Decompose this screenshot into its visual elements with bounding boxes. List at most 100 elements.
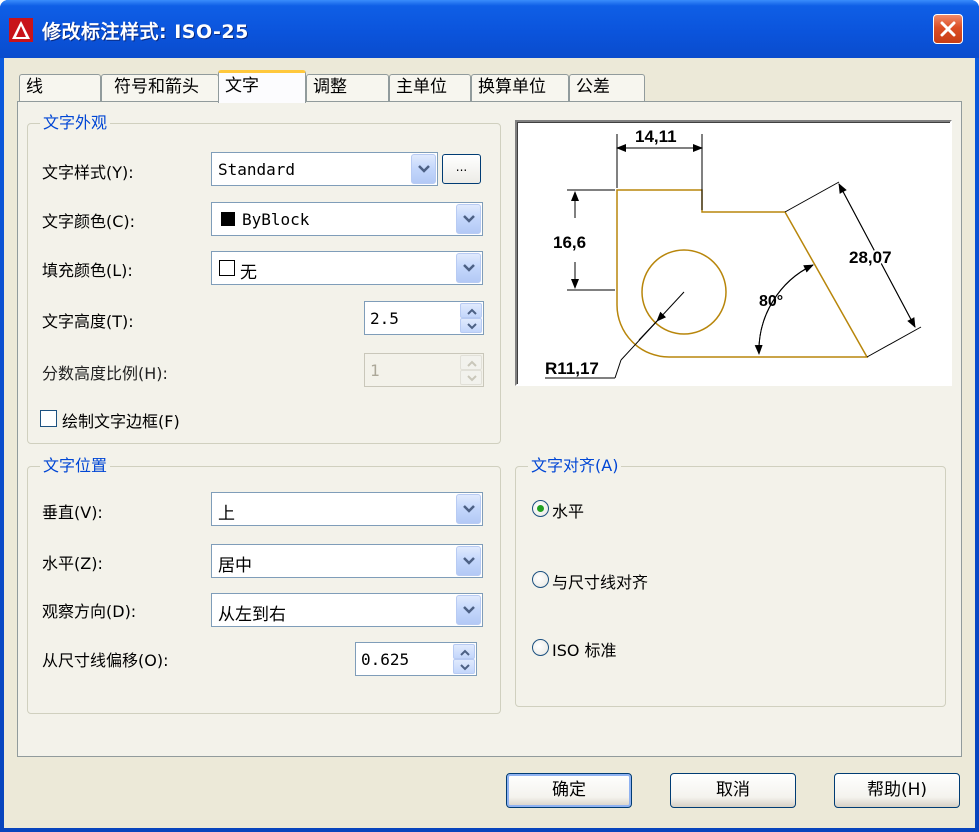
text-height-spinner[interactable]: 2.5 (364, 301, 484, 335)
horizontal-dropdown[interactable] (456, 546, 481, 576)
text-placement-title: 文字位置 (40, 456, 111, 476)
text-placement-group: 文字位置 垂直(V): 上 水平(Z): 居中 观察方向(D): 从左到右 从尺… (27, 456, 501, 714)
offset-spin-buttons[interactable] (453, 644, 475, 674)
spin-up-button[interactable] (460, 303, 482, 318)
align-horizontal-label: 水平 (552, 502, 585, 521)
preview-drawing: 14,11 16,6 28,07 80° R11,17 (545, 127, 922, 379)
window-title: 修改标注样式: ISO-25 (42, 21, 249, 43)
fill-color-select[interactable]: 无 (211, 251, 483, 285)
chevron-down-icon (463, 606, 475, 614)
tab-fit[interactable]: 调整 (306, 74, 389, 101)
tab-panel-text: 文字外观 文字样式(Y): Standard ... 文字颜色(C): ByBl… (17, 101, 962, 757)
offset-label: 从尺寸线偏移(O): (42, 651, 169, 670)
chevron-down-icon (460, 664, 470, 671)
title-bar[interactable]: 修改标注样式: ISO-25 (0, 0, 979, 58)
color-swatch-none (219, 260, 235, 276)
dim-angle-text: 80° (759, 293, 783, 310)
dimension-preview: 14,11 16,6 28,07 80° R11,17 (515, 120, 952, 386)
tab-text[interactable]: 文字 (218, 70, 306, 103)
ok-button[interactable]: 确定 (506, 773, 632, 808)
view-direction-label: 观察方向(D): (42, 602, 137, 621)
fraction-scale-label: 分数高度比例(H): (42, 364, 168, 383)
close-icon (940, 21, 956, 37)
window-frame-bottom (0, 828, 979, 832)
spin-down-button[interactable] (460, 318, 482, 333)
text-alignment-group: 文字对齐(A) 水平 与尺寸线对齐 ISO 标准 (515, 456, 946, 707)
text-color-value: ByBlock (242, 210, 310, 229)
fill-color-label: 填充颜色(L): (42, 261, 133, 280)
chevron-down-icon (463, 264, 475, 272)
cancel-button[interactable]: 取消 (670, 773, 796, 808)
text-height-label: 文字高度(T): (42, 312, 134, 331)
dim-top-text: 14,11 (635, 127, 677, 146)
tab-symbols-arrows-label: 符号和箭头 (114, 77, 199, 97)
tab-strip: 线 符号和箭头 文字 调整 主单位 换算单位 公差 (4, 58, 975, 103)
tab-alternate-units[interactable]: 换算单位 (471, 74, 569, 101)
dim-left-text: 16,6 (553, 233, 586, 252)
text-style-dropdown[interactable] (411, 154, 436, 184)
radio-selected-dot (537, 505, 544, 512)
chevron-down-icon (463, 557, 475, 565)
fill-color-value: 无 (240, 263, 257, 283)
align-iso-radio[interactable] (532, 639, 549, 656)
part-outline (616, 189, 869, 358)
dim-right-text: 28,07 (849, 248, 892, 267)
offset-value: 0.625 (361, 650, 410, 669)
fraction-scale-spin-buttons[interactable] (460, 355, 482, 385)
text-height-spin-buttons[interactable] (460, 303, 482, 333)
tab-symbols-arrows[interactable]: 符号和箭头 (101, 74, 219, 101)
vertical-label: 垂直(V): (42, 503, 103, 522)
spin-up-button[interactable] (460, 355, 482, 370)
horizontal-label: 水平(Z): (42, 554, 103, 573)
view-direction-value: 从左到右 (218, 605, 286, 625)
fill-color-dropdown[interactable] (456, 253, 481, 283)
spin-up-button[interactable] (453, 644, 475, 659)
text-color-select[interactable]: ByBlock (211, 202, 483, 236)
chevron-up-icon (467, 360, 477, 367)
align-with-dimline-radio[interactable] (532, 571, 549, 588)
spin-down-button[interactable] (460, 370, 482, 385)
text-style-select[interactable]: Standard (211, 152, 438, 186)
tab-lines[interactable]: 线 (19, 74, 101, 101)
draw-frame-checkbox[interactable] (40, 410, 57, 427)
chevron-down-icon (467, 323, 477, 330)
offset-spinner[interactable]: 0.625 (355, 642, 477, 676)
vertical-value: 上 (218, 504, 235, 524)
chevron-up-icon (460, 649, 470, 656)
text-alignment-title: 文字对齐(A) (528, 456, 622, 476)
align-horizontal-radio[interactable] (532, 500, 549, 517)
fraction-scale-value: 1 (370, 361, 380, 380)
horizontal-value: 居中 (218, 556, 252, 576)
autocad-logo-icon (9, 18, 33, 42)
horizontal-select[interactable]: 居中 (211, 544, 483, 578)
vertical-dropdown[interactable] (456, 494, 481, 524)
draw-frame-label: 绘制文字边框(F) (62, 412, 180, 431)
tab-tolerances[interactable]: 公差 (569, 74, 645, 101)
vertical-select[interactable]: 上 (211, 492, 483, 526)
dialog-window: 修改标注样式: ISO-25 线 符号和箭头 文字 调整 主单位 换算单位 公差… (0, 0, 979, 832)
dim-radius-text: R11,17 (545, 359, 599, 378)
tab-primary-units[interactable]: 主单位 (389, 74, 471, 101)
align-iso-label: ISO 标准 (552, 641, 617, 660)
view-direction-select[interactable]: 从左到右 (211, 593, 483, 627)
text-color-label: 文字颜色(C): (42, 212, 136, 231)
text-style-label: 文字样式(Y): (42, 163, 134, 182)
dialog-body: 线 符号和箭头 文字 调整 主单位 换算单位 公差 文字外观 文字样式(Y): … (4, 58, 975, 828)
spin-down-button[interactable] (453, 659, 475, 674)
chevron-up-icon (467, 308, 477, 315)
help-button[interactable]: 帮助(H) (834, 773, 960, 808)
text-appearance-title: 文字外观 (40, 113, 111, 133)
view-direction-dropdown[interactable] (456, 595, 481, 625)
chevron-down-icon (418, 165, 430, 173)
fraction-scale-spinner[interactable]: 1 (364, 353, 484, 387)
chevron-down-icon (463, 215, 475, 223)
text-appearance-group: 文字外观 文字样式(Y): Standard ... 文字颜色(C): ByBl… (27, 113, 501, 444)
close-button[interactable] (933, 14, 963, 44)
text-style-browse-button[interactable]: ... (442, 154, 481, 184)
text-height-value: 2.5 (370, 309, 399, 328)
chevron-down-icon (467, 375, 477, 382)
text-color-dropdown[interactable] (456, 204, 481, 234)
text-style-value: Standard (218, 160, 296, 179)
color-swatch-black (221, 212, 235, 226)
align-with-dimline-label: 与尺寸线对齐 (552, 573, 649, 592)
